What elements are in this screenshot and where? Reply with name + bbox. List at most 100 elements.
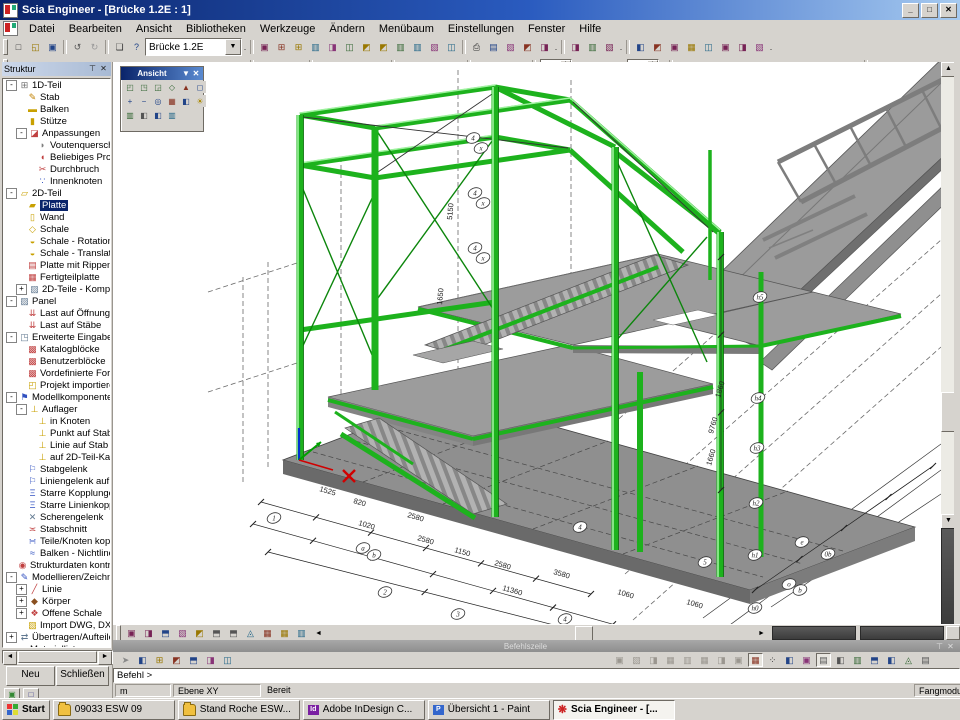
view-back-icon[interactable]: ◨	[735, 40, 750, 54]
tree-item-durchbruch[interactable]: ✂Durchbruch	[3, 163, 110, 175]
tree-item-übertragen-aufteilen-v[interactable]: +⇄Übertragen/Aufteilen/V	[3, 631, 110, 643]
new-button[interactable]: Neu	[6, 666, 55, 686]
tree-item-scherengelenk[interactable]: ✕Scherengelenk	[3, 511, 110, 523]
tree-item-last-auf-stäbe[interactable]: ⇊Last auf Stäbe	[3, 319, 110, 331]
expand-icon[interactable]: +	[16, 584, 27, 595]
close-icon[interactable]: ✕	[191, 69, 201, 78]
dock-handle[interactable]	[946, 626, 960, 640]
tree-item-strukturdaten-kontrollier[interactable]: ◉Strukturdaten kontrollier	[3, 559, 110, 571]
viewport-vscrollbar[interactable]: ▲ ▼	[941, 62, 954, 624]
tree-item-innenknoten[interactable]: ∵Innenknoten	[3, 175, 110, 187]
expand-icon[interactable]: +	[6, 632, 17, 643]
export-doc-icon[interactable]: ◨	[537, 40, 552, 54]
view-top-icon[interactable]: ▦	[684, 40, 699, 54]
collapse-icon[interactable]: -	[6, 296, 17, 307]
tree-item-wand[interactable]: ▯Wand	[3, 211, 110, 223]
project-settings-icon[interactable]: ▣	[257, 40, 272, 54]
tree-item-offene-schale[interactable]: +❖Offene Schale	[3, 607, 110, 619]
snap-circle-icon[interactable]: ◨	[646, 653, 661, 667]
chevron-down-icon[interactable]: ▼	[181, 69, 191, 78]
label-supports-icon[interactable]: ◩	[192, 626, 207, 640]
open-file-icon[interactable]: ◱	[28, 40, 43, 54]
tree-item-benutzerblöcke[interactable]: ▩Benutzerblöcke	[3, 355, 110, 367]
tree-item-erweiterte-eingabe[interactable]: -◳Erweiterte Eingabe	[3, 331, 110, 343]
tree-item-katalogblöcke[interactable]: ▩Katalogblöcke	[3, 343, 110, 355]
activity-icon[interactable]: ◨	[568, 40, 583, 54]
close-button[interactable]: ✕	[940, 3, 957, 18]
menu-datei[interactable]: Datei	[22, 22, 62, 36]
tree-item-auflager[interactable]: -⊥Auflager	[3, 403, 110, 415]
light-icon[interactable]: ☀	[194, 95, 206, 107]
toolbar-grip[interactable]	[3, 39, 8, 55]
chart-tool-icon[interactable]: ▧	[602, 40, 617, 54]
next-step-icon[interactable]: ◫	[220, 653, 235, 667]
close-panel-button[interactable]: Schließen	[56, 666, 109, 686]
view-y-icon[interactable]: ◳	[138, 81, 150, 93]
zoom-selection-icon[interactable]: ▥	[585, 40, 600, 54]
tree-item-teile-knoten-koppe[interactable]: ∺Teile/Knoten koppe	[3, 535, 110, 547]
tree-item-2d-teil[interactable]: -▱2D-Teil	[3, 187, 110, 199]
tree-item-projekt-importieren-[interactable]: ◰Projekt importieren (	[3, 379, 110, 391]
document-icon[interactable]	[3, 21, 18, 36]
library-book-icon[interactable]: ▧	[427, 40, 442, 54]
collapse-icon[interactable]: -	[6, 332, 17, 343]
view-user1-icon[interactable]: ◫	[701, 40, 716, 54]
label-nodes-icon[interactable]: ⬒	[158, 626, 173, 640]
tree-hscrollbar[interactable]: ◄ ►	[2, 650, 113, 664]
view-z-icon[interactable]: ◲	[152, 81, 164, 93]
menu-menübaum[interactable]: Menübaum	[372, 22, 441, 36]
taskbar-task-scia-engineer-[interactable]: ❋Scia Engineer - [...	[553, 700, 675, 720]
snap-free-icon[interactable]: ▣	[731, 653, 746, 667]
escape-all-icon[interactable]: ⊞	[152, 653, 167, 667]
save-picture-icon[interactable]: ▥	[294, 626, 309, 640]
taskbar-task--bersicht-1-paint[interactable]: PÜbersicht 1 - Paint	[428, 700, 550, 720]
snap-orthogonal-icon[interactable]: ◧	[833, 653, 848, 667]
snap-endpoint-icon[interactable]: ◧	[782, 653, 797, 667]
expand-icon[interactable]: +	[16, 608, 27, 619]
tree-item-2d-teile-kompone[interactable]: +▨2D-Teile - Kompone	[3, 283, 110, 295]
tree-item-import-dwg-dxf-v[interactable]: ▧Import DWG, DXF, V	[3, 619, 110, 631]
label-beams-icon[interactable]: ▧	[175, 626, 190, 640]
render-shade-icon[interactable]: ◬	[243, 626, 258, 640]
zoom-out-icon[interactable]: −	[138, 95, 150, 107]
mesh-icon[interactable]: ⊞	[291, 40, 306, 54]
command-input[interactable]: Befehl >	[113, 668, 960, 683]
close-icon[interactable]: ✕	[98, 64, 109, 75]
tree-item-auf-2d-teil-kante[interactable]: ⊥auf 2D-Teil-Kante	[3, 451, 110, 463]
results-icon[interactable]: ▥	[308, 40, 323, 54]
splitter-handle[interactable]	[575, 626, 593, 641]
document-icon[interactable]: ◨	[325, 40, 340, 54]
view-user2-icon[interactable]: ▣	[718, 40, 733, 54]
close-icon[interactable]: ✕	[945, 642, 956, 651]
tree-item-stabgelenk[interactable]: ⚐Stabgelenk	[3, 463, 110, 475]
tree-item-1d-teil[interactable]: -⊞1D-Teil	[3, 79, 110, 91]
catalog-icon[interactable]: ◩	[520, 40, 535, 54]
clip-off-icon[interactable]: ◧	[138, 109, 150, 121]
collapse-icon[interactable]: -	[16, 404, 27, 415]
model-viewport[interactable]: 1525820258010202580115025803580106011360…	[113, 62, 941, 624]
start-button[interactable]: Start	[2, 700, 50, 720]
grid-dots-icon[interactable]: ⁘	[765, 653, 780, 667]
clip-plane-icon[interactable]: ▣	[124, 626, 139, 640]
menu-fenster[interactable]: Fenster	[521, 22, 572, 36]
help-icon[interactable]: ?	[129, 40, 144, 54]
printer-icon[interactable]: ⎙	[469, 40, 484, 54]
save-file-icon[interactable]: ▣	[45, 40, 60, 54]
tree-item-fertigteilplatte[interactable]: ▦Fertigteilplatte	[3, 271, 110, 283]
toolbar-grip[interactable]	[116, 625, 121, 641]
redo-step-icon[interactable]: ◨	[203, 653, 218, 667]
tree-item-anpassungen[interactable]: -◪Anpassungen	[3, 127, 110, 139]
view-x-icon[interactable]: ◰	[124, 81, 136, 93]
tree-item-schale-rotationsfl[interactable]: ◒Schale - Rotationsfl	[3, 235, 110, 247]
tree-item-modellkomponenten[interactable]: -⚑Modellkomponenten	[3, 391, 110, 403]
regen-view-icon[interactable]: ▦	[277, 626, 292, 640]
view-palette-header[interactable]: Ansicht ▼ ✕	[121, 67, 203, 80]
collapse-icon[interactable]: -	[6, 188, 17, 199]
tree-item-panel[interactable]: -▨Panel	[3, 295, 110, 307]
redo-icon[interactable]: ↻	[87, 40, 102, 54]
render-wire-icon[interactable]: ⬒	[226, 626, 241, 640]
image-export-icon[interactable]: ◫	[444, 40, 459, 54]
snap-midpoint-icon[interactable]: ▣	[799, 653, 814, 667]
menu-ansicht[interactable]: Ansicht	[129, 22, 179, 36]
zoom-all-icon[interactable]: ◎	[152, 95, 164, 107]
